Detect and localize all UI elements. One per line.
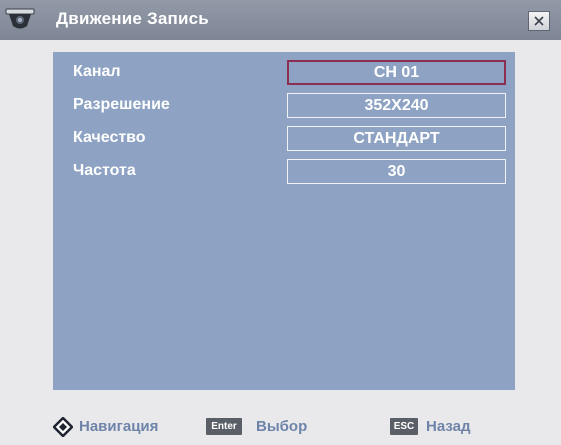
footer-hints: Навигация Enter Выбор ESC Назад [0,414,561,442]
resolution-value-field[interactable]: 352X240 [287,93,506,118]
window-title: Движение Запись [56,9,209,28]
title-bar: Движение Запись [0,0,561,40]
close-button[interactable] [528,11,550,31]
motion-record-window: Движение Запись Канал CH 01 Разрешение 3… [0,0,561,445]
setting-row-channel: Канал CH 01 [53,60,515,86]
esc-key-badge: ESC [390,418,418,435]
channel-value-field[interactable]: CH 01 [287,60,506,85]
setting-row-resolution: Разрешение 352X240 [53,93,515,119]
select-hint-label: Выбор [256,418,308,435]
frequency-value-field[interactable]: 30 [287,159,506,184]
quality-label: Качество [73,129,146,146]
channel-label: Канал [73,63,121,80]
setting-row-frequency: Частота 30 [53,159,515,185]
settings-panel: Канал CH 01 Разрешение 352X240 Качество … [53,52,515,390]
close-icon [534,16,544,26]
resolution-label: Разрешение [73,96,170,113]
back-hint-label: Назад [426,418,471,435]
navigation-diamond-icon [53,417,73,437]
enter-key-badge: Enter [206,418,242,435]
navigation-hint-label: Навигация [79,418,159,435]
quality-value-field[interactable]: СТАНДАРТ [287,126,506,151]
frequency-label: Частота [73,162,136,179]
camera-icon [5,8,35,29]
setting-row-quality: Качество СТАНДАРТ [53,126,515,152]
